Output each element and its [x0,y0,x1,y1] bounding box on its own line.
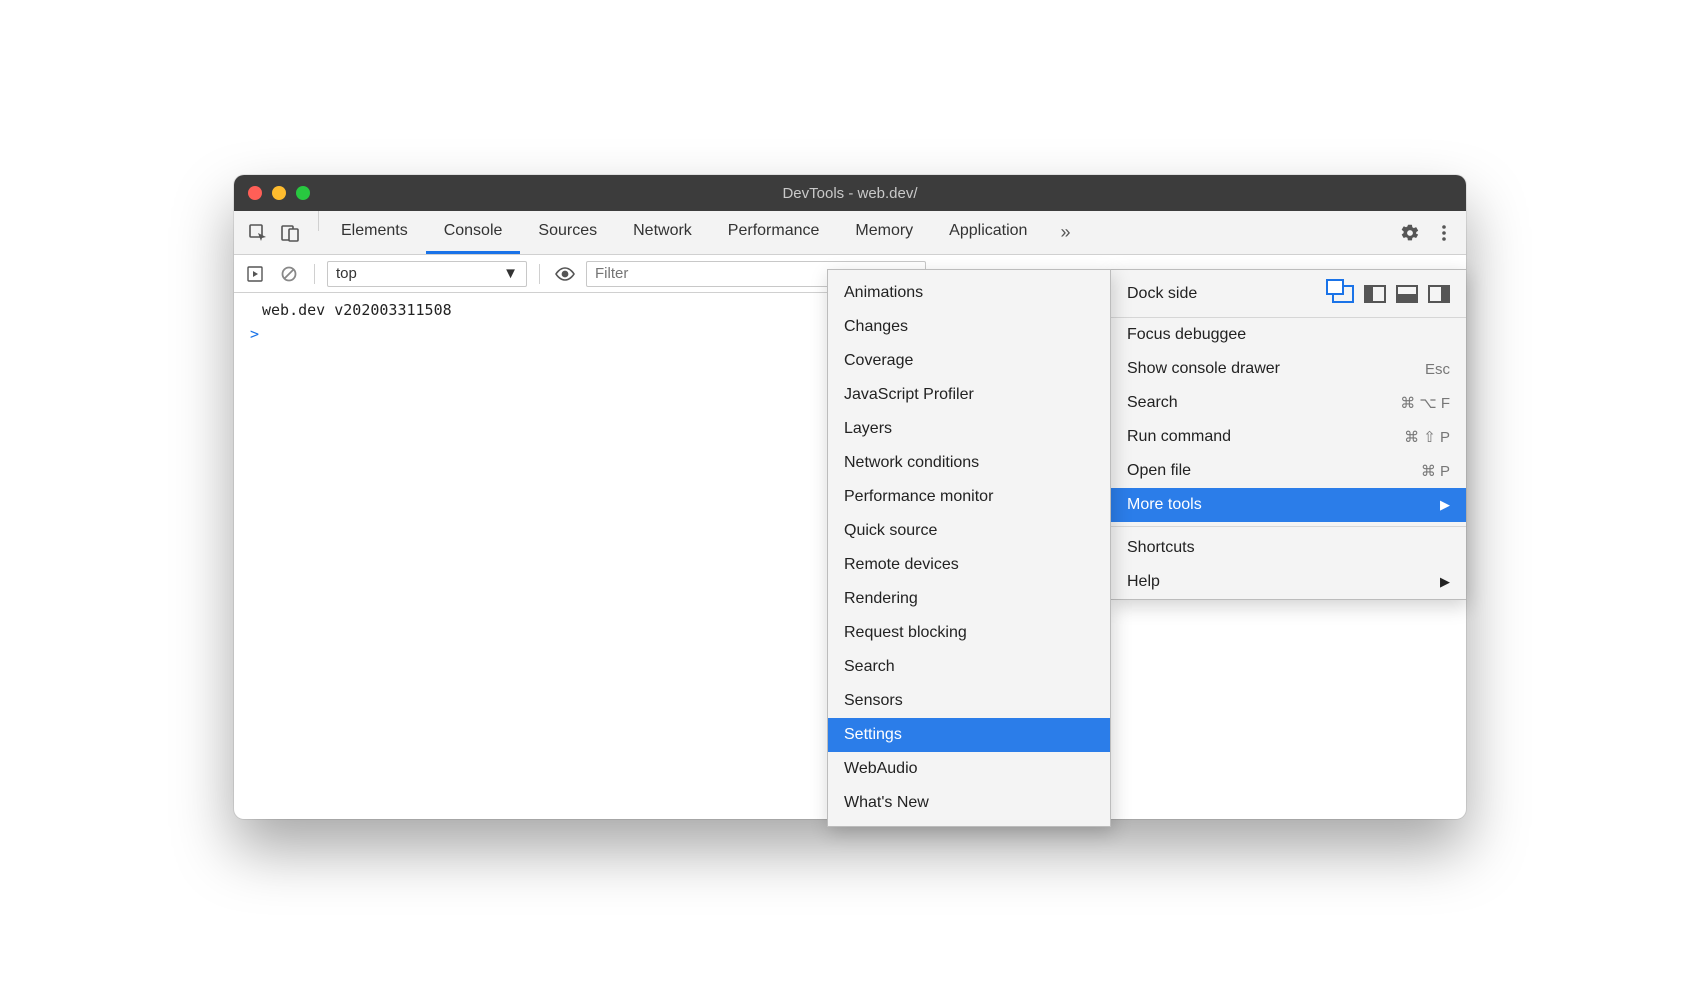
zoom-window-button[interactable] [296,186,310,200]
submenu-item-what-s-new[interactable]: What's New [828,786,1110,820]
chevron-down-icon: ▼ [503,265,518,282]
traffic-lights [234,186,310,200]
submenu-item-rendering[interactable]: Rendering [828,582,1110,616]
submenu-item-network-conditions[interactable]: Network conditions [828,446,1110,480]
tab-console[interactable]: Console [426,211,521,254]
context-value: top [336,265,357,282]
submenu-item-search[interactable]: Search [828,650,1110,684]
submenu-item-coverage[interactable]: Coverage [828,344,1110,378]
submenu-item-remote-devices[interactable]: Remote devices [828,548,1110,582]
window-title: DevTools - web.dev/ [234,185,1466,202]
dock-bottom-icon[interactable] [1396,285,1418,303]
tab-application[interactable]: Application [931,211,1045,254]
menu-item-show-console-drawer[interactable]: Show console drawer Esc [1111,352,1466,386]
menu-item-more-tools[interactable]: More tools ▶ [1111,488,1466,522]
menu-item-search[interactable]: Search ⌘ ⌥ F [1111,386,1466,420]
menu-item-open-file[interactable]: Open file ⌘ P [1111,454,1466,488]
menu-item-shortcuts[interactable]: Shortcuts [1111,531,1466,565]
tab-memory[interactable]: Memory [837,211,931,254]
submenu-item-quick-source[interactable]: Quick source [828,514,1110,548]
submenu-item-animations[interactable]: Animations [828,276,1110,310]
submenu-item-sensors[interactable]: Sensors [828,684,1110,718]
context-selector[interactable]: top ▼ [327,261,527,287]
dock-left-icon[interactable] [1364,285,1386,303]
panel-tabs: Elements Console Sources Network Perform… [323,211,1045,254]
main-menu: Dock side Focus debuggee Show console dr… [1110,269,1466,600]
tab-sources[interactable]: Sources [520,211,615,254]
submenu-arrow-icon: ▶ [1440,574,1450,590]
settings-gear-icon[interactable] [1396,219,1424,247]
menu-item-focus-debuggee[interactable]: Focus debuggee [1111,318,1466,352]
more-tools-submenu: AnimationsChangesCoverageJavaScript Prof… [827,269,1111,827]
minimize-window-button[interactable] [272,186,286,200]
execution-context-play-icon[interactable] [242,261,268,287]
device-toolbar-icon[interactable] [276,219,304,247]
close-window-button[interactable] [248,186,262,200]
kebab-menu-icon[interactable] [1430,219,1458,247]
live-expression-eye-icon[interactable] [552,261,578,287]
submenu-item-layers[interactable]: Layers [828,412,1110,446]
dock-icons [1332,285,1450,303]
dock-side-row: Dock side [1111,270,1466,318]
devtools-window: DevTools - web.dev/ Elements Console Sou… [234,175,1466,819]
dock-right-icon[interactable] [1428,285,1450,303]
submenu-item-request-blocking[interactable]: Request blocking [828,616,1110,650]
more-tabs-button[interactable]: » [1045,211,1085,254]
clear-console-icon[interactable] [276,261,302,287]
submenu-item-javascript-profiler[interactable]: JavaScript Profiler [828,378,1110,412]
dock-side-label: Dock side [1127,285,1197,303]
tab-performance[interactable]: Performance [710,211,838,254]
tab-strip: Elements Console Sources Network Perform… [234,211,1466,255]
submenu-item-performance-monitor[interactable]: Performance monitor [828,480,1110,514]
inspect-element-icon[interactable] [244,219,272,247]
menu-separator [1111,526,1466,527]
submenu-arrow-icon: ▶ [1440,497,1450,513]
submenu-item-changes[interactable]: Changes [828,310,1110,344]
submenu-item-settings[interactable]: Settings [828,718,1110,752]
submenu-item-webaudio[interactable]: WebAudio [828,752,1110,786]
menu-item-help[interactable]: Help ▶ [1111,565,1466,599]
tab-network[interactable]: Network [615,211,710,254]
tab-elements[interactable]: Elements [323,211,426,254]
menu-item-run-command[interactable]: Run command ⌘ ⇧ P [1111,420,1466,454]
dock-undock-icon[interactable] [1332,285,1354,303]
titlebar: DevTools - web.dev/ [234,175,1466,211]
